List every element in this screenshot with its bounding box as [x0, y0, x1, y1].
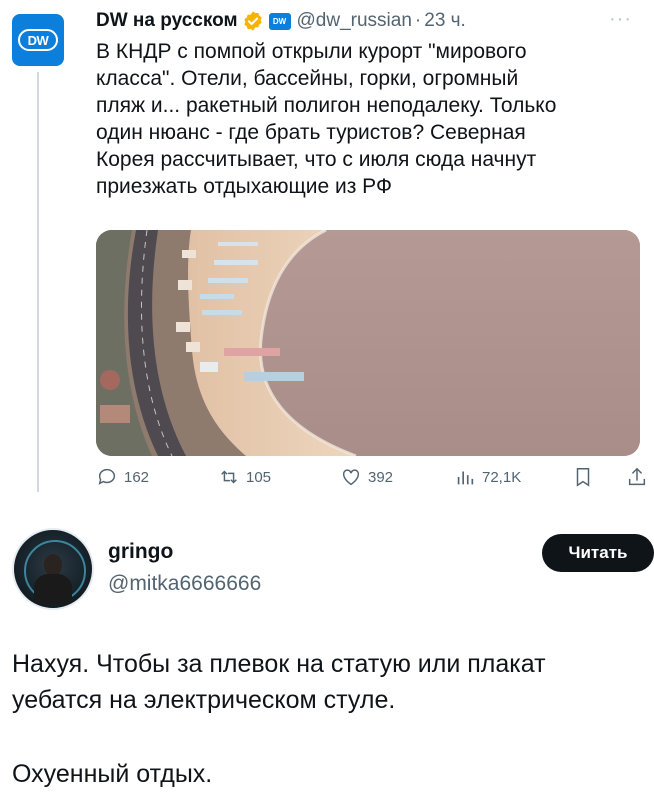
- share-action[interactable]: [626, 466, 648, 488]
- tweet-text: В КНДР с помпой открыли курорт "мирового…: [96, 38, 616, 200]
- tweet-header: DW на русском DW @dw_russian · 23 ч.: [96, 8, 634, 34]
- dw-logo: DW: [18, 29, 58, 51]
- like-action[interactable]: 392: [340, 466, 393, 488]
- reply-text-line: Охуенный отдых.: [12, 760, 213, 788]
- views-action[interactable]: 72,1K: [454, 466, 521, 488]
- tweet-text-line: В КНДР с помпой открыли курорт "мирового: [96, 40, 527, 63]
- avatar[interactable]: [12, 528, 94, 610]
- avatar-head: [44, 554, 62, 576]
- views-count: 72,1K: [482, 468, 522, 486]
- tweet-text-line: класса". Отели, бассейны, горки, огромны…: [96, 67, 519, 90]
- tweet-text-line: один нюанс - где брать туристов? Северна…: [96, 121, 526, 144]
- reply-count: 162: [124, 468, 150, 486]
- avatar-body: [34, 574, 72, 604]
- tweet-text-line: Корея рассчитывает, что с июля сюда начн…: [96, 148, 537, 171]
- author-name[interactable]: DW на русском: [96, 10, 238, 32]
- tweet-media-photo[interactable]: [96, 230, 640, 456]
- tweet-time[interactable]: 23 ч.: [424, 10, 466, 32]
- reply-text-line: Нахуя. Чтобы за плевок на статую или пла…: [12, 650, 546, 678]
- quoted-tweet[interactable]: DW DW на русском DW @dw_russian · 23 ч. …: [0, 0, 654, 500]
- reply-action[interactable]: 162: [96, 466, 149, 488]
- verified-badge-icon: [242, 10, 264, 32]
- more-dots-icon[interactable]: ···: [609, 8, 632, 31]
- heart-icon: [342, 469, 360, 486]
- tweet-actions: 162 105 392 72,1K: [96, 462, 654, 496]
- reply-author-handle[interactable]: @mitka6666666: [108, 572, 261, 596]
- retweet-count: 105: [246, 468, 272, 486]
- bookmark-action[interactable]: [572, 466, 594, 488]
- reply-author-name[interactable]: gringo: [108, 540, 173, 564]
- tweet-text-line: приезжать отдыхающие из РФ: [96, 175, 392, 198]
- separator: ·: [414, 10, 422, 31]
- like-count: 392: [368, 468, 394, 486]
- beach-aerial-image: [96, 230, 640, 456]
- reply-text-line: уебатся на электрическом стуле.: [12, 686, 396, 714]
- bookmark-icon: [576, 468, 590, 487]
- dw-avatar[interactable]: DW: [12, 14, 64, 66]
- follow-read-button[interactable]: Читать: [542, 534, 654, 572]
- views-chart-icon: [457, 471, 474, 485]
- reply-icon: [98, 468, 116, 485]
- share-icon: [628, 467, 646, 486]
- thread-line: [37, 72, 39, 492]
- retweet-action[interactable]: 105: [218, 466, 271, 488]
- retweet-icon: [221, 470, 237, 484]
- tweet-text-line: пляж и... ракетный полигон неподалеку. Т…: [96, 94, 557, 117]
- affiliate-badge-icon: DW: [268, 12, 291, 30]
- author-handle[interactable]: @dw_russian: [297, 10, 412, 32]
